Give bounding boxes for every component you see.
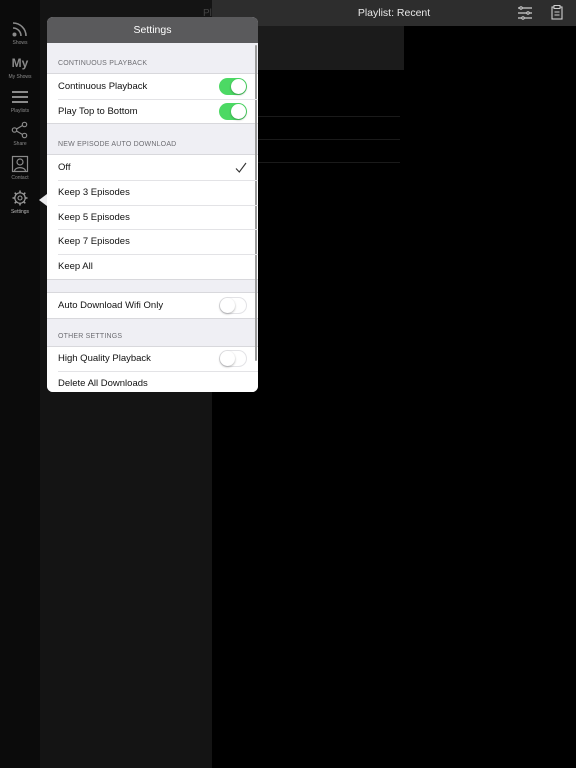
toggle-knob [220,351,235,367]
high-quality-toggle[interactable] [219,350,247,368]
row-label: Auto Download Wifi Only [58,299,164,311]
row-label: Continuous Playback [58,80,148,92]
popover-title: Settings [133,24,172,36]
wifi-only-toggle[interactable] [219,296,247,314]
section-header-continuous-playback: CONTINUOUS PLAYBACK [58,60,148,67]
gear-icon [10,188,30,208]
edit-playlist-icon[interactable] [550,5,564,20]
delete-all-downloads-button[interactable]: Delete All Downloads [47,371,258,392]
row-play-top-to-bottom: Play Top to Bottom [47,98,258,124]
tab-playlists[interactable]: Playlists [0,87,40,121]
continuous-playback-toggle[interactable] [219,77,247,95]
tab-bar: Shows My My Shows Playlists Share Contac… [0,0,40,768]
option-keep-all[interactable]: Keep All [47,254,258,279]
settings-popover: Settings CONTINUOUS PLAYBACK Continuous … [47,17,258,392]
group-other-settings: High Quality Playback Delete All Downloa… [47,345,258,392]
tab-shows-label: Shows [12,40,28,46]
row-label: Delete All Downloads [58,378,148,390]
tab-share-label: Share [13,141,27,147]
row-label: Off [58,162,71,174]
section-header-other-settings: OTHER SETTINGS [58,332,123,340]
tab-settings-label: Settings [10,209,30,215]
row-label: Keep 5 Episodes [58,211,130,223]
option-off[interactable]: Off [47,155,258,180]
tab-share[interactable]: Share [0,120,40,154]
tab-my-shows[interactable]: My My Shows [0,53,40,87]
section-header-auto-download: NEW EPISODE AUTO DOWNLOAD [58,141,177,149]
row-label: Keep All [58,260,93,272]
option-keep-3-episodes[interactable]: Keep 3 Episodes [47,180,258,205]
toggle-knob [231,103,246,119]
row-auto-download-wifi-only: Auto Download Wifi Only [47,293,258,318]
tab-contact-label: Contact [11,175,29,181]
settings-list[interactable]: CONTINUOUS PLAYBACK Continuous Playback … [47,43,258,392]
tab-shows[interactable]: Shows [0,19,40,53]
rss-icon [10,19,30,39]
list-options-icon[interactable] [517,6,533,20]
popover-arrow [39,194,47,206]
group-wifi: Auto Download Wifi Only [47,291,258,319]
group-auto-download: Off Keep 3 Episodes Keep 5 Episodes Keep… [47,154,258,280]
contact-icon [10,154,30,174]
option-keep-5-episodes[interactable]: Keep 5 Episodes [47,204,258,230]
row-label: Keep 7 Episodes [58,236,130,248]
playlist-icon [10,87,30,107]
row-label: Play Top to Bottom [58,105,138,117]
row-label: Keep 3 Episodes [58,186,130,198]
toggle-knob [220,297,235,313]
toggle-knob [231,78,246,94]
app-screen: Shows My My Shows Playlists Share Contac… [0,0,576,768]
share-icon [10,120,30,140]
play-top-to-bottom-toggle[interactable] [219,102,247,120]
nav-bar: Playlist: Recent [212,0,576,26]
group-continuous-playback: Continuous Playback Play Top to Bottom [47,73,258,125]
tab-contact[interactable]: Contact [0,154,40,188]
popover-header: Settings [47,17,258,43]
my-text-icon: My [11,56,29,70]
option-keep-7-episodes[interactable]: Keep 7 Episodes [47,229,258,254]
row-label: High Quality Playback [58,353,151,365]
row-high-quality-playback: High Quality Playback [47,347,258,372]
tab-playlists-label: Playlists [10,108,30,114]
tab-settings[interactable]: Settings [0,188,40,222]
checkmark-icon [235,162,247,174]
tab-my-shows-label: My Shows [8,74,32,80]
row-continuous-playback: Continuous Playback [47,74,258,99]
